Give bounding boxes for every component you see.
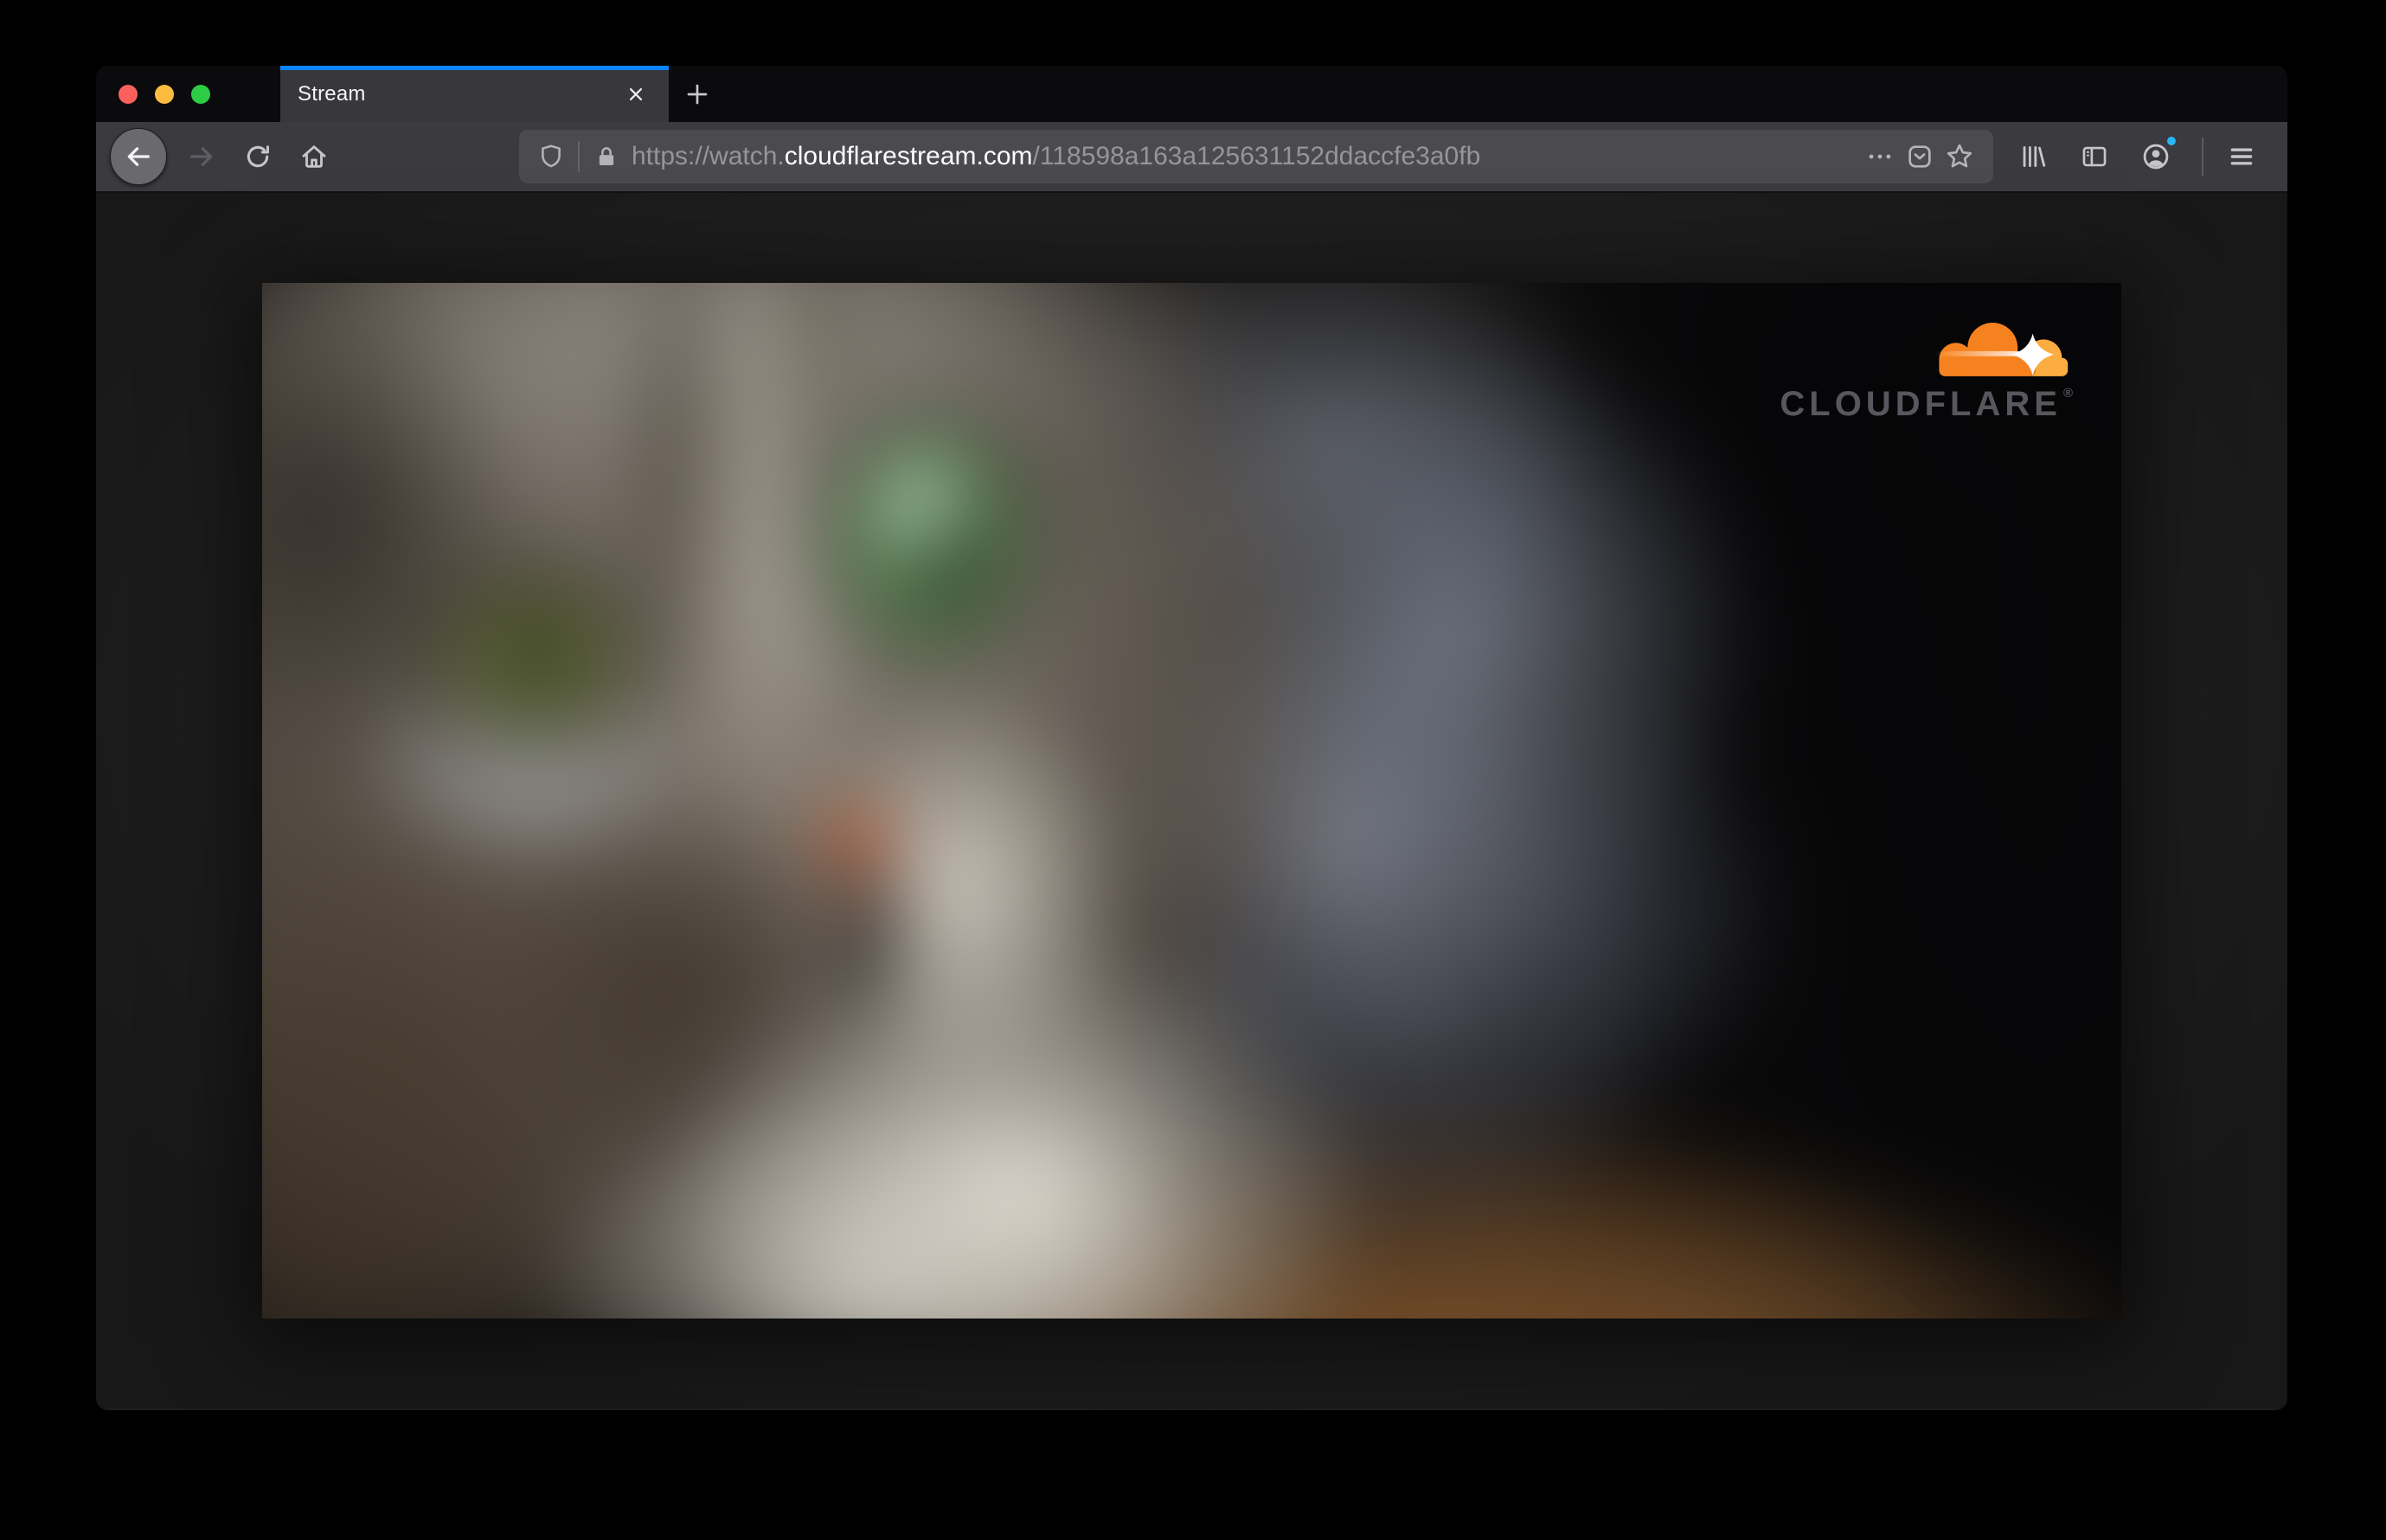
zoom-window-button[interactable]: [191, 84, 210, 104]
library-icon: [2018, 142, 2048, 171]
menu-button[interactable]: [2217, 132, 2266, 181]
shield-icon[interactable]: [533, 136, 569, 177]
back-button[interactable]: [110, 128, 167, 185]
navigation-toolbar: https://watch.cloudflarestream.com/11859…: [96, 122, 2287, 193]
tab-stream[interactable]: Stream: [280, 66, 669, 122]
video-frame-cat: [262, 283, 2121, 1319]
toolbar-divider: [2202, 138, 2203, 176]
tab-bar: Stream: [96, 66, 2287, 122]
page-content: CLOUDFLARE ®: [96, 193, 2287, 1408]
reload-button[interactable]: [234, 132, 282, 181]
url-text[interactable]: https://watch.cloudflarestream.com/11859…: [632, 142, 1860, 171]
new-tab-button[interactable]: [669, 66, 726, 122]
account-button[interactable]: [2132, 132, 2180, 181]
reload-icon: [244, 143, 272, 170]
arrow-right-icon: [187, 142, 216, 171]
video-player[interactable]: CLOUDFLARE ®: [262, 283, 2121, 1319]
window-controls: [96, 66, 280, 122]
home-button[interactable]: [290, 132, 338, 181]
tab-title: Stream: [298, 81, 366, 106]
page-actions-button[interactable]: [1860, 136, 1900, 177]
pocket-save-icon: [1905, 142, 1934, 171]
padlock-icon[interactable]: [588, 136, 625, 177]
browser-window: Stream https://watch.cloudflarestream.co…: [96, 66, 2287, 1410]
minimize-window-button[interactable]: [155, 84, 174, 104]
url-path: /118598a163a125631152ddaccfe3a0fb: [1032, 142, 1481, 170]
tab-close-icon[interactable]: [619, 77, 653, 112]
cloudflare-watermark: CLOUDFLARE ®: [1780, 318, 2073, 421]
address-bar[interactable]: https://watch.cloudflarestream.com/11859…: [519, 130, 1993, 183]
address-bar-divider: [578, 141, 580, 172]
arrow-left-icon: [124, 142, 153, 171]
sidebar-button[interactable]: [2070, 132, 2119, 181]
cloudflare-cloud-logo-icon: [1926, 318, 2073, 380]
url-domain: cloudflarestream.com: [784, 142, 1033, 170]
ellipsis-icon: [1865, 142, 1895, 171]
cloudflare-wordmark: CLOUDFLARE ®: [1780, 385, 2073, 423]
pocket-button[interactable]: [1900, 136, 1940, 177]
home-icon: [299, 142, 329, 171]
toolbar-right-group: [2009, 132, 2274, 181]
close-window-button[interactable]: [119, 84, 138, 104]
url-scheme: https://watch.: [632, 142, 785, 170]
library-button[interactable]: [2009, 132, 2057, 181]
hamburger-menu-icon: [2227, 142, 2256, 171]
forward-button[interactable]: [177, 132, 226, 181]
account-notification-dot: [2165, 134, 2178, 148]
plus-icon: [683, 80, 711, 108]
sidebar-icon: [2080, 142, 2109, 171]
star-icon: [1944, 141, 1975, 172]
bookmark-button[interactable]: [1940, 136, 1979, 177]
